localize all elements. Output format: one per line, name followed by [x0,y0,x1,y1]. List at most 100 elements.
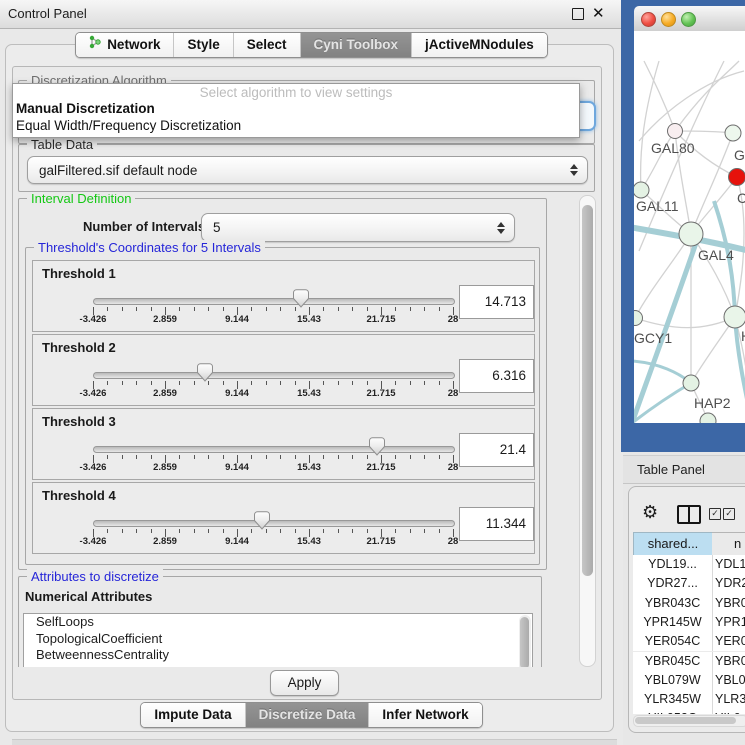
threshold-value-field[interactable]: 14.713 [459,285,534,319]
network-node[interactable] [679,222,703,246]
threshold-slider-track[interactable] [93,298,455,305]
attribute-list-item[interactable]: BetweennessCentrality [24,647,532,664]
threshold-slider-thumb[interactable] [293,289,309,308]
mac-close-icon[interactable] [641,12,656,27]
threshold-value-field[interactable]: 6.316 [459,359,534,393]
tab-label: Impute Data [154,703,231,727]
column-header-shared-name[interactable]: shared... [633,532,713,556]
table-data-combo[interactable]: galFiltered.sif default node [27,156,588,184]
tab-network[interactable]: Network [76,33,173,57]
threshold-slider-track[interactable] [93,372,455,379]
close-icon[interactable]: ✕ [592,3,605,25]
apply-button[interactable]: Apply [270,670,339,696]
checkbox-icon[interactable]: ✓ [709,508,721,520]
tick-label: -3.426 [80,388,107,399]
table-cell-name: YPR1 [715,613,745,632]
tab-impute-data[interactable]: Impute Data [141,703,244,727]
tick-mark [151,529,152,533]
network-node[interactable] [724,306,745,328]
table-row[interactable]: YDR27...YDR2 [633,574,745,593]
threshold-value-field[interactable]: 21.4 [459,433,534,467]
number-of-intervals-combo[interactable]: 5 [201,213,515,242]
table-row[interactable]: YBR045CYBR0 [633,652,745,671]
table-hscrollbar-thumb[interactable] [635,717,736,724]
tab-label: Discretize Data [259,703,356,727]
threshold-value-field[interactable]: 11.344 [459,507,534,541]
tick-mark [208,381,209,385]
tick-mark [194,455,195,459]
table-row[interactable]: YIL052CYIL0 [633,709,745,714]
tick-mark [251,307,252,311]
tick-mark [295,529,296,533]
threshold-slider-track[interactable] [93,446,455,453]
column-header-name[interactable]: n [712,532,745,556]
attributes-scrollbar[interactable] [519,615,531,667]
table-hscrollbar[interactable] [633,715,745,727]
table-row[interactable]: YLR345WYLR3 [633,690,745,709]
table-row[interactable]: YPR145WYPR1 [633,613,745,632]
tick-label: 2.859 [153,388,177,399]
tick-mark [338,307,339,311]
threshold-slider-thumb[interactable] [369,437,385,456]
threshold-slider-thumb[interactable] [197,363,213,382]
float-window-icon[interactable] [572,8,584,20]
combo-spinner-icon[interactable] [497,221,505,235]
checkbox-icon[interactable]: ✓ [723,508,735,520]
tick-mark [107,307,108,311]
network-node[interactable] [634,311,643,326]
tick-label: 15.43 [297,536,321,547]
tick-label: 2.859 [153,462,177,473]
threshold-panel-3: Threshold 3-3.4262.8599.14415.4321.71528… [32,408,535,480]
popup-item-manual-discretization[interactable]: Manual Discretization [15,100,577,117]
tab-label: jActiveMNodules [425,33,534,57]
column-layout-icon[interactable] [677,505,701,524]
tab-label: Select [247,33,287,57]
network-node[interactable] [668,124,683,139]
network-node[interactable] [683,375,699,391]
tick-mark [194,307,195,311]
table-cell-name: YBR0 [715,652,745,671]
attribute-list-item[interactable]: SelfLoops [24,614,532,631]
tick-mark [338,455,339,459]
settings-scroll-viewport: Interval Definition Number of Intervals … [14,194,597,667]
network-canvas[interactable]: GAL80GCGAL11GAL4GCY1HHAP2 [634,31,745,423]
tick-mark [266,455,267,459]
tab-style[interactable]: Style [173,33,232,57]
table-row[interactable]: YBR043CYBR0 [633,594,745,613]
popup-item-equal-width-frequency[interactable]: Equal Width/Frequency Discretization [15,117,577,134]
network-node[interactable] [725,125,741,141]
tick-mark [208,455,209,459]
combo-spinner-icon[interactable] [570,163,578,177]
mac-zoom-icon[interactable] [681,12,696,27]
tick-mark [122,529,123,533]
tick-mark [410,381,411,385]
table-row[interactable]: YDL19...YDL1 [633,555,745,574]
threshold-slider-thumb[interactable] [254,511,270,530]
tab-discretize-data[interactable]: Discretize Data [245,703,369,727]
mac-minimize-icon[interactable] [661,12,676,27]
network-node[interactable] [729,169,745,186]
tick-mark [439,455,440,459]
network-node[interactable] [700,413,716,423]
tick-mark [122,455,123,459]
attribute-list-item[interactable]: TopologicalCoefficient [24,631,532,648]
tick-mark [352,529,353,533]
table-row[interactable]: YER054CYER0 [633,632,745,651]
footer-band [12,739,617,745]
tab-select[interactable]: Select [233,33,300,57]
gear-icon[interactable]: ⚙ [642,502,658,522]
threshold-slider-track[interactable] [93,520,455,527]
tick-mark [352,455,353,459]
network-node-label: GAL11 [636,198,679,214]
tick-mark [439,381,440,385]
numerical-attributes-list[interactable]: SelfLoopsTopologicalCoefficientBetweenne… [23,613,533,667]
network-node[interactable] [634,182,649,198]
tab-jactivemnodules[interactable]: jActiveMNodules [411,33,547,57]
tab-cyni-toolbox[interactable]: Cyni Toolbox [300,33,412,57]
algorithm-popup-hint: Select algorithm to view settings [13,85,579,101]
threshold-label: Threshold 1 [42,266,116,281]
table-row[interactable]: YBL079WYBL0 [633,671,745,690]
main-scrollbar[interactable] [579,195,596,667]
main-scrollbar-thumb[interactable] [582,205,593,576]
tab-infer-network[interactable]: Infer Network [368,703,481,727]
